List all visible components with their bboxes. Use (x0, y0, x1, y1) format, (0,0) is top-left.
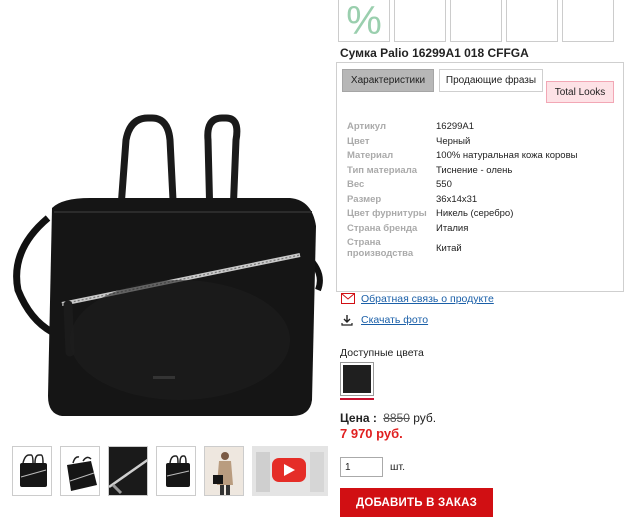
specs-table: Артикул 16299A1 Цвет Черный Материал 100… (347, 121, 617, 263)
available-colors-label: Доступные цвета (340, 347, 424, 359)
spec-value: Китай (436, 242, 462, 254)
spec-row: Тип материала Тиснение - олень (347, 165, 617, 176)
thumbnail-1[interactable] (12, 446, 52, 496)
spec-value: Тиснение - олень (436, 164, 513, 176)
price-line: Цена : 8850 руб. (340, 411, 436, 425)
spec-value: Черный (436, 135, 471, 147)
add-to-order-button[interactable]: ДОБАВИТЬ В ЗАКАЗ (340, 488, 493, 517)
spec-key: Материал (347, 150, 394, 161)
spec-row: Цвет Черный (347, 136, 617, 147)
download-photo-label[interactable]: Скачать фото (361, 314, 428, 326)
download-icon (341, 314, 355, 326)
thumbnail-2[interactable] (60, 446, 100, 496)
main-product-image[interactable] (0, 0, 335, 440)
spec-value: 16299A1 (436, 121, 475, 132)
spec-value: Никель (серебро) (436, 208, 514, 219)
spec-key: Страна производства (347, 237, 414, 259)
promo-tile-2 (394, 0, 446, 42)
spec-row: Страна производства Китай (347, 237, 617, 259)
old-price-currency: руб. (413, 411, 437, 425)
spec-row: Страна бренда Италия (347, 223, 617, 234)
spec-row: Материал 100% натуральная кожа коровы (347, 150, 617, 161)
old-price: 8850 (383, 411, 410, 425)
spec-row: Размер 36x14x31 (347, 194, 617, 205)
spec-key: Страна бренда (347, 222, 418, 234)
feedback-link[interactable]: Обратная связь о продукте (341, 293, 494, 305)
spec-key: Размер (347, 193, 382, 205)
quantity-input[interactable] (340, 457, 383, 477)
spec-row: Артикул 16299A1 (347, 121, 617, 132)
video-thumbnail[interactable] (252, 446, 328, 496)
spec-value: 36x14x31 (436, 193, 478, 205)
thumbnail-5[interactable] (204, 446, 244, 496)
thumbnail-3[interactable] (108, 446, 148, 496)
tab-total-looks[interactable]: Total Looks (546, 81, 614, 103)
color-swatch-black[interactable] (340, 362, 374, 396)
promo-tile-4 (506, 0, 558, 42)
spec-value: 100% натуральная кожа коровы (436, 150, 578, 161)
spec-row: Вес 550 (347, 179, 617, 190)
feedback-link-label[interactable]: Обратная связь о продукте (361, 293, 494, 305)
quantity-unit: шт. (390, 461, 405, 473)
promo-tile-5 (562, 0, 614, 42)
product-title: Сумка Palio 16299A1 018 CFFGA (340, 46, 529, 60)
spec-value: 550 (436, 179, 452, 190)
spec-row: Цвет фурнитуры Никель (серебро) (347, 208, 617, 219)
new-price: 7 970 руб. (340, 426, 403, 441)
tab-specs[interactable]: Характеристики (342, 69, 434, 92)
spec-key: Артикул (347, 121, 386, 132)
promo-tile-3 (450, 0, 502, 42)
swatch-selected-indicator (340, 398, 374, 400)
tab-phrases[interactable]: Продающие фразы (439, 69, 543, 92)
discount-badge: % (338, 0, 390, 43)
bag-illustration (13, 114, 323, 416)
spec-key: Цвет фурнитуры (347, 208, 427, 219)
download-photo-link[interactable]: Скачать фото (341, 314, 428, 326)
spec-key: Вес (347, 179, 365, 190)
price-label: Цена : (340, 411, 377, 425)
spec-key: Тип материала (347, 164, 418, 176)
spec-value: Италия (436, 222, 469, 234)
spec-key: Цвет (347, 135, 370, 147)
product-info-panel: Характеристики Продающие фразы Total Loo… (336, 62, 624, 292)
envelope-icon (341, 293, 355, 305)
thumbnail-4[interactable] (156, 446, 196, 496)
